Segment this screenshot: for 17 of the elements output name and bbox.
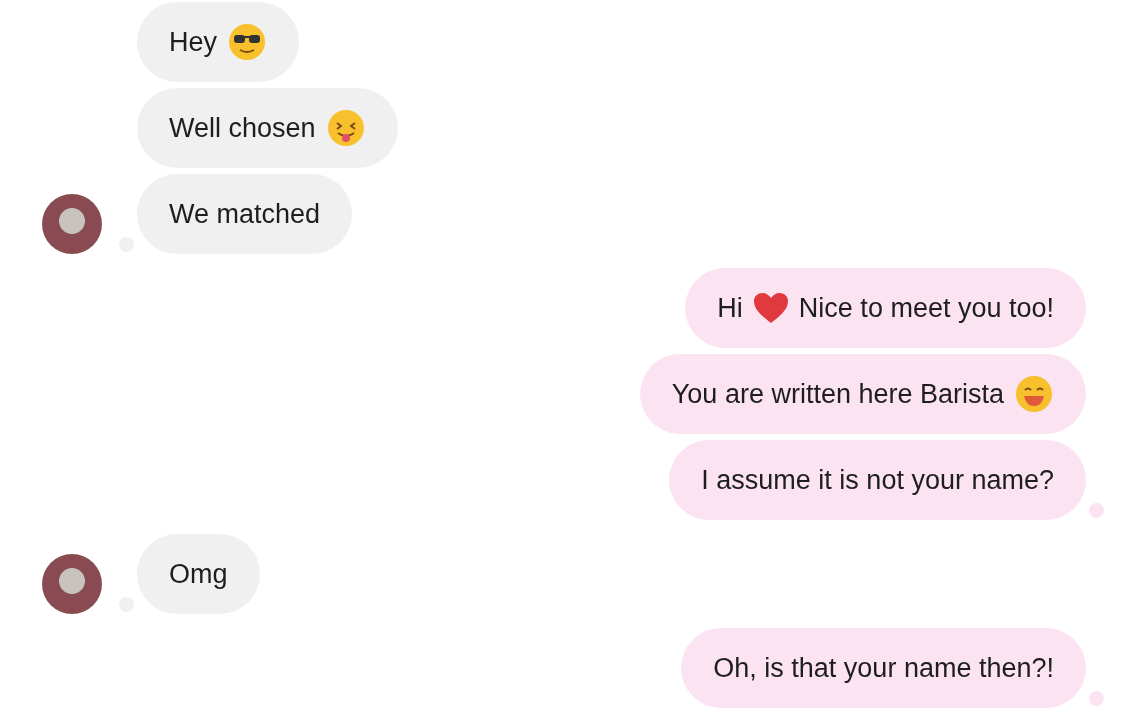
message-text: You are written here Barista [671, 378, 1004, 410]
message-text: We matched [169, 198, 321, 230]
message-text: Omg [169, 558, 228, 590]
avatar[interactable] [42, 554, 102, 614]
sunglasses-emoji-icon [227, 22, 267, 62]
tail-dot [1089, 691, 1104, 706]
tail-dot [1089, 503, 1104, 518]
message-text: I assume it is not your name? [701, 464, 1054, 496]
grinning-face-icon [1014, 374, 1054, 414]
tongue-face-icon [325, 108, 366, 148]
message-text: Well chosen [169, 112, 316, 144]
heart-icon [752, 292, 789, 324]
message-text: Hey [169, 26, 217, 58]
message-text: Hi [717, 292, 743, 324]
avatar[interactable] [42, 194, 102, 254]
message-text: Nice to meet you too! [798, 292, 1054, 324]
message-text: Oh, is that your name then?! [713, 652, 1054, 684]
